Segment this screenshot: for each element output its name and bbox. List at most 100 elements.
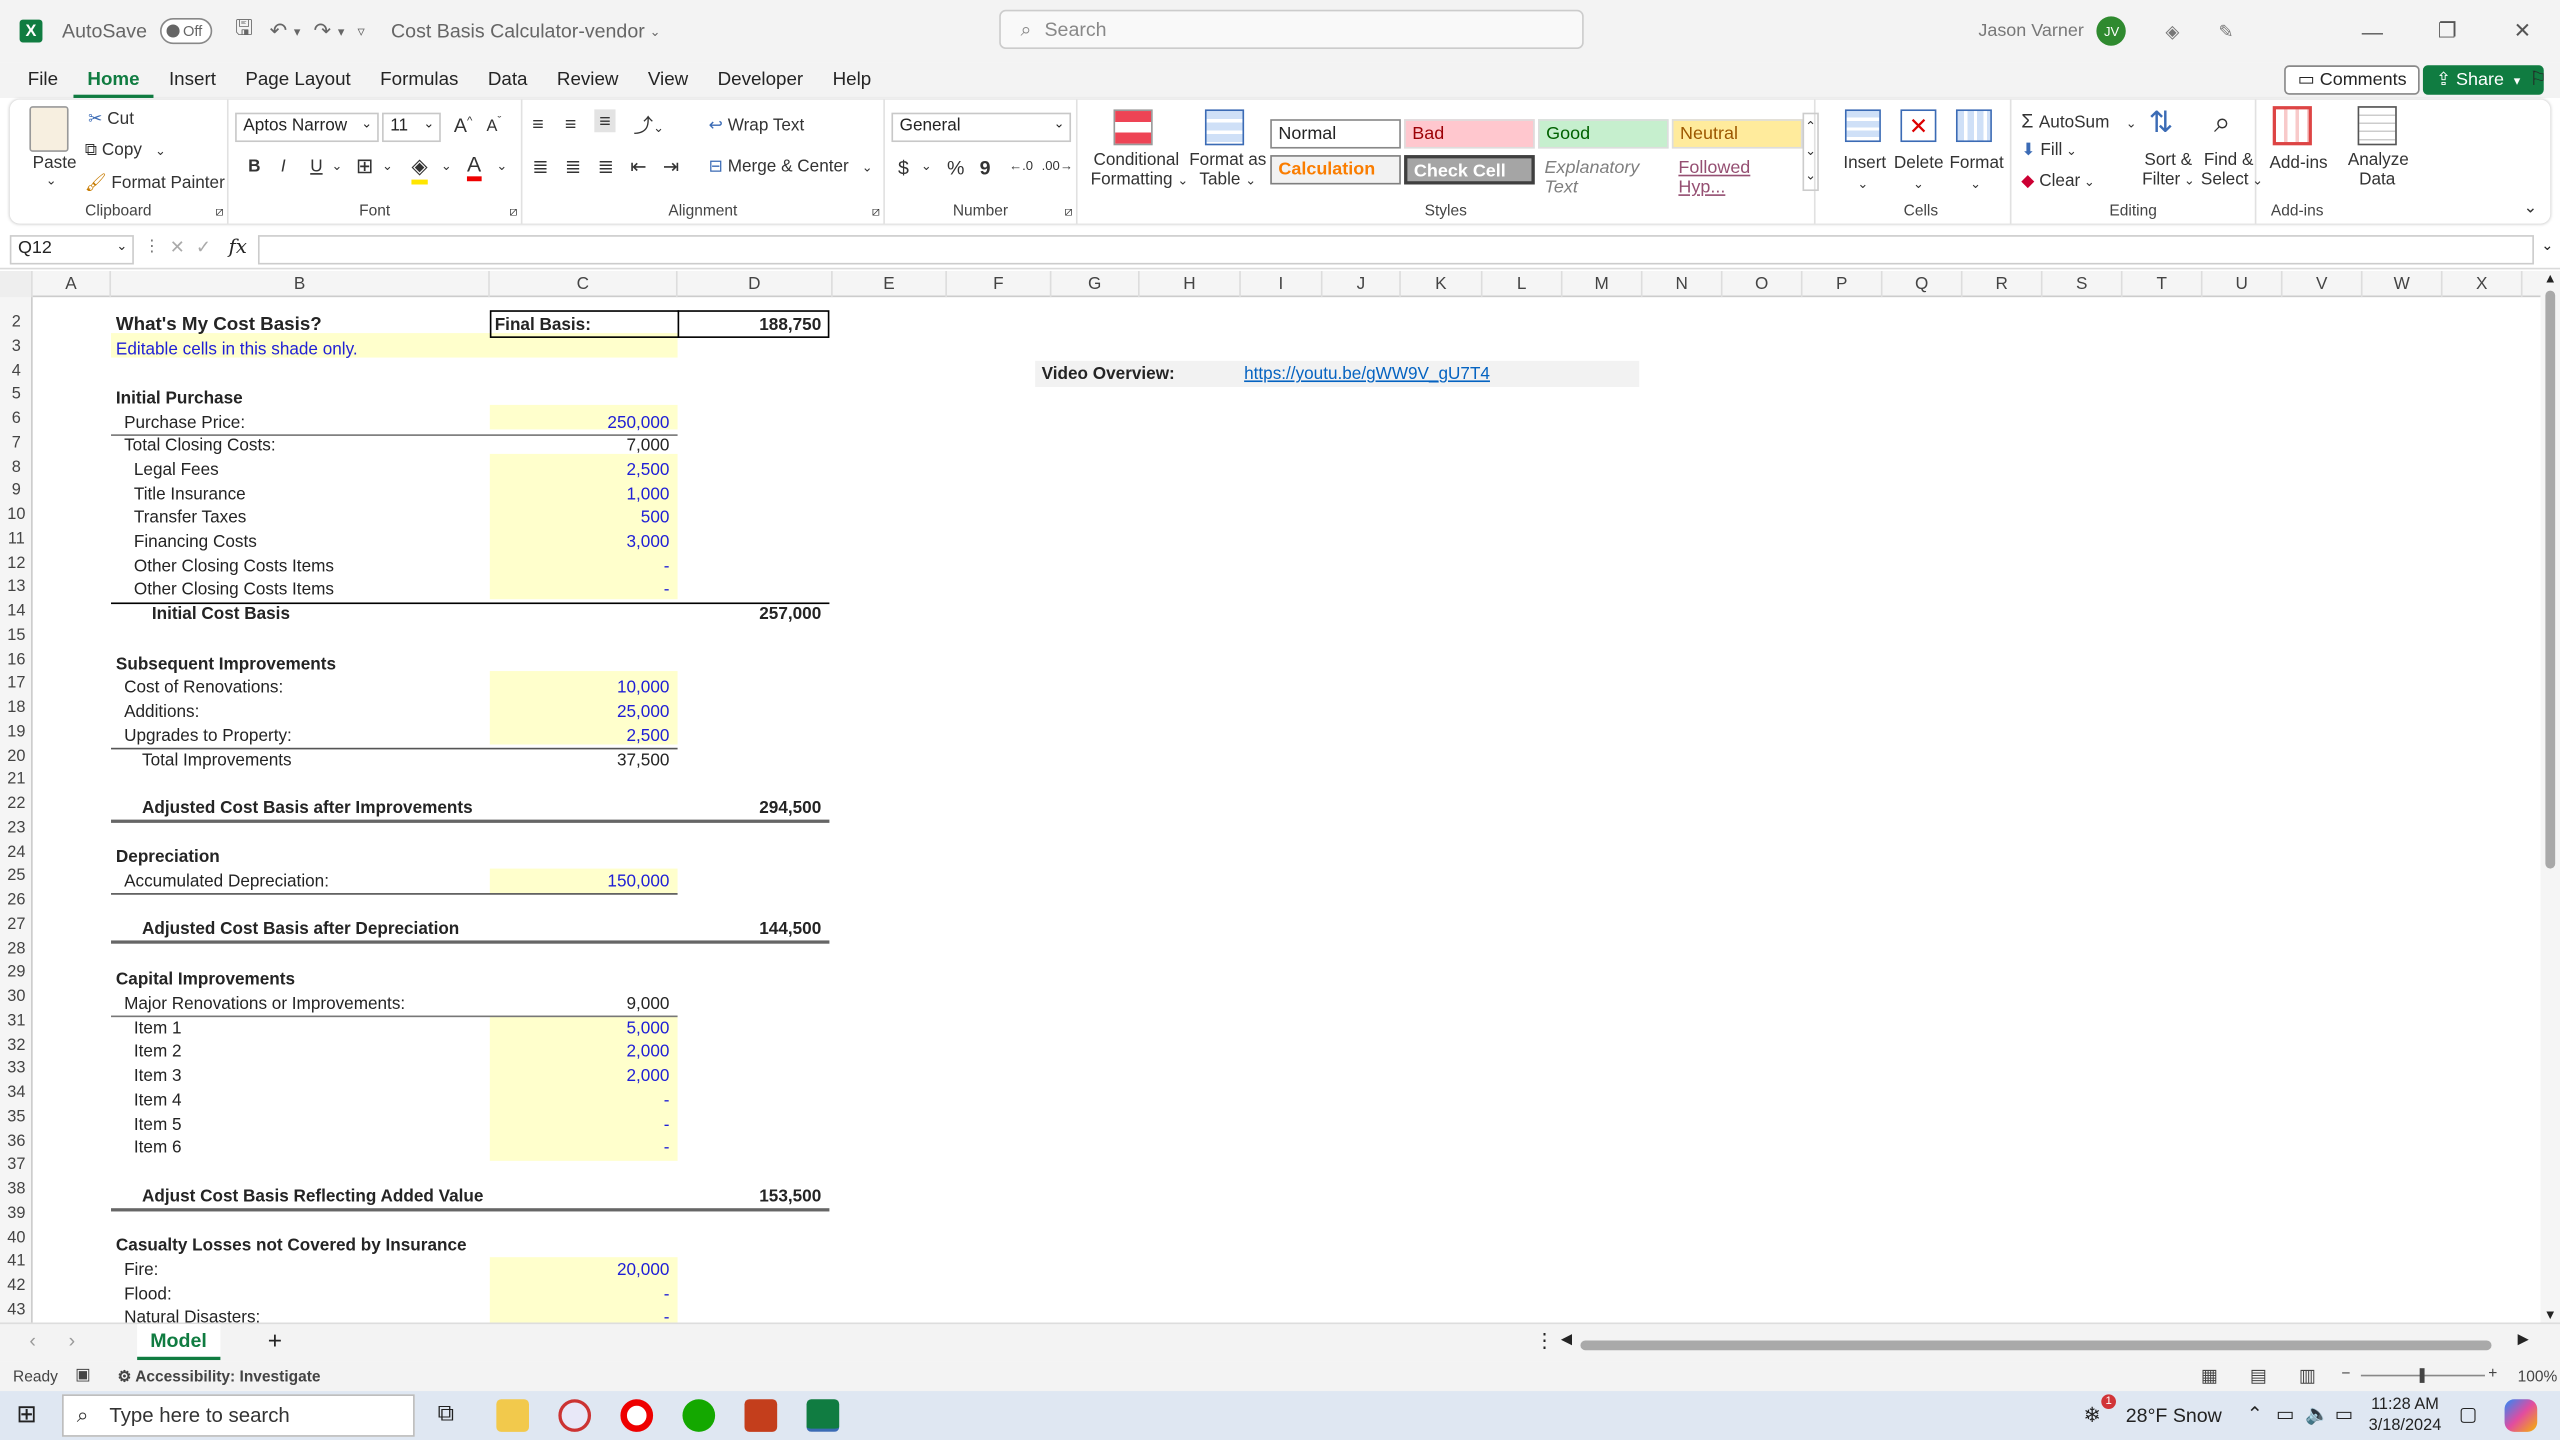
row-header[interactable]: 15	[0, 627, 31, 645]
column-header[interactable]: V	[2283, 271, 2363, 298]
more-options-icon[interactable]: ⋮	[1535, 1329, 1555, 1352]
dialog-launcher-icon[interactable]: ⧄	[872, 204, 880, 220]
input-cell[interactable]: 2,000	[490, 1065, 669, 1089]
increase-font-icon[interactable]: A^	[454, 114, 472, 137]
italic-button[interactable]: I	[281, 157, 286, 177]
increase-indent-icon[interactable]: ⇥	[663, 155, 679, 178]
tab-file[interactable]: File	[13, 62, 73, 98]
vertical-scrollbar[interactable]: ▲ ▼	[2540, 271, 2560, 1323]
style-explanatory[interactable]: Explanatory Text	[1538, 155, 1669, 197]
row-header[interactable]: 17	[0, 675, 31, 693]
input-cell[interactable]: 1,000	[490, 483, 669, 507]
style-check-cell[interactable]: Check Cell	[1404, 155, 1535, 185]
decrease-decimal-icon[interactable]: .00→	[1042, 158, 1073, 173]
redo-icon[interactable]: ↷	[314, 18, 332, 44]
copilot-taskbar-icon[interactable]	[2504, 1399, 2538, 1432]
row-header[interactable]: 30	[0, 988, 31, 1006]
undo-icon[interactable]: ↶	[270, 18, 288, 44]
device-icon[interactable]: ▭	[2276, 1402, 2295, 1425]
zoom-slider-thumb[interactable]	[2419, 1368, 2425, 1383]
column-header[interactable]: N	[1642, 271, 1723, 298]
row-header[interactable]: 39	[0, 1205, 31, 1223]
column-header[interactable]: C	[490, 271, 678, 298]
fill-dropdown-icon[interactable]: ⌄	[441, 158, 452, 173]
weather-text[interactable]: 28°F Snow	[2126, 1404, 2222, 1427]
insert-button[interactable]: Insert ⌄	[1843, 153, 1886, 192]
formula-input[interactable]	[257, 235, 2534, 265]
autosave-toggle[interactable]: Off	[160, 17, 213, 45]
column-header[interactable]: T	[2123, 271, 2203, 298]
tab-insert[interactable]: Insert	[154, 62, 230, 98]
diamond-icon[interactable]: ◈	[2165, 20, 2179, 42]
accessibility-status[interactable]: ⚙ Accessibility: Investigate	[118, 1368, 321, 1386]
borders-icon[interactable]: ⊞	[356, 153, 374, 179]
borders-dropdown-icon[interactable]: ⌄	[382, 158, 393, 173]
subtotal-value[interactable]: 257,000	[678, 602, 821, 626]
row-header[interactable]: 20	[0, 747, 31, 765]
delete-button[interactable]: Delete ⌄	[1894, 153, 1944, 192]
orientation-icon[interactable]: ⤴⌄	[633, 111, 664, 139]
calc-cell[interactable]: 37,500	[490, 749, 669, 773]
expand-formula-icon[interactable]: ⌄	[2541, 237, 2553, 255]
select-all-corner[interactable]	[0, 271, 33, 298]
style-calculation[interactable]: Calculation	[1270, 155, 1401, 185]
dialog-launcher-icon[interactable]: ⧄	[509, 204, 517, 220]
row-header[interactable]: 12	[0, 554, 31, 572]
more-icon[interactable]: ⋮	[144, 238, 160, 256]
input-cell[interactable]: 250,000	[490, 411, 669, 435]
row-header[interactable]: 13	[0, 578, 31, 596]
page-break-view-icon[interactable]: ▥	[2299, 1365, 2316, 1387]
currency-dropdown-icon[interactable]: ⌄	[921, 158, 932, 173]
enter-icon[interactable]: ✓	[196, 237, 211, 258]
tab-help[interactable]: Help	[818, 62, 886, 98]
opera-icon[interactable]	[620, 1399, 654, 1432]
input-cell[interactable]: -	[490, 555, 670, 579]
excel-taskbar-icon[interactable]	[806, 1399, 840, 1432]
tab-developer[interactable]: Developer	[703, 62, 818, 98]
column-header[interactable]: I	[1241, 271, 1323, 298]
row-header[interactable]: 4	[0, 362, 31, 380]
prev-sheet-icon[interactable]: ‹	[29, 1329, 36, 1352]
input-cell[interactable]: 20,000	[490, 1259, 669, 1283]
notifications-icon[interactable]: ▢	[2459, 1402, 2478, 1425]
conditional-formatting-button[interactable]: Conditional Formatting ⌄	[1091, 150, 1189, 191]
input-cell[interactable]: 10,000	[490, 676, 669, 700]
horizontal-scroll-thumb[interactable]	[1580, 1340, 2492, 1351]
windows-start-icon[interactable]: ⊞	[16, 1399, 37, 1429]
customize-toolbar-icon[interactable]: ▿	[358, 22, 365, 40]
top-align-icon[interactable]: ≡	[532, 113, 543, 136]
tab-review[interactable]: Review	[542, 62, 633, 98]
column-header[interactable]: L	[1482, 271, 1563, 298]
user-account[interactable]: Jason Varner JV ◈ ✎	[1978, 16, 2234, 46]
column-header[interactable]: G	[1051, 271, 1140, 298]
taskbar-search[interactable]: ⌕ Type here to search	[62, 1394, 415, 1437]
input-cell[interactable]: 150,000	[490, 870, 669, 894]
row-header[interactable]: 25	[0, 867, 31, 885]
merge-center-button[interactable]: ⊟ Merge & Center ⌄	[709, 157, 873, 177]
underline-dropdown-icon[interactable]: ⌄	[331, 158, 342, 173]
tab-page-layout[interactable]: Page Layout	[231, 62, 366, 98]
tab-data[interactable]: Data	[473, 62, 542, 98]
bold-button[interactable]: B	[248, 157, 260, 177]
page-layout-view-icon[interactable]: ▤	[2250, 1365, 2267, 1387]
column-header[interactable]: K	[1401, 271, 1483, 298]
copilot-icon[interactable]: ⚐	[2529, 67, 2547, 90]
bottom-align-icon[interactable]: ≡	[594, 109, 616, 133]
row-header[interactable]: 23	[0, 819, 31, 837]
zoom-out-icon[interactable]: −	[2341, 1365, 2350, 1383]
column-header[interactable]: D	[678, 271, 833, 298]
tab-formulas[interactable]: Formulas	[365, 62, 473, 98]
avatar[interactable]: JV	[2096, 16, 2127, 46]
add-sheet-button[interactable]: +	[268, 1327, 282, 1355]
row-header[interactable]: 21	[0, 771, 31, 789]
analyze-data-button[interactable]: Analyze Data	[2348, 150, 2409, 189]
row-header[interactable]: 26	[0, 891, 31, 909]
wrap-text-button[interactable]: ↩ Wrap Text	[709, 116, 805, 136]
cut-button[interactable]: ✂ Cut	[88, 109, 134, 129]
file-explorer-icon[interactable]	[496, 1399, 529, 1432]
font-color-icon[interactable]: A	[466, 152, 482, 182]
underline-button[interactable]: U	[310, 157, 322, 177]
row-header[interactable]: 5	[0, 386, 31, 404]
sort-filter-button[interactable]: Sort & Filter ⌄	[2142, 150, 2195, 191]
row-header[interactable]: 19	[0, 723, 31, 741]
